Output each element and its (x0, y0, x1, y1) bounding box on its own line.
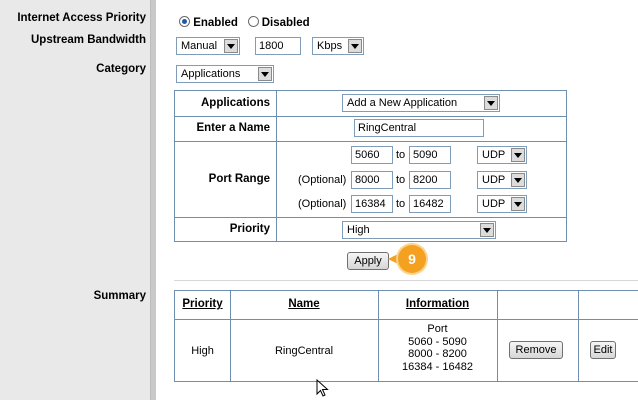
info-range-3: 16384 - 16482 (402, 360, 473, 373)
summary-table: Priority Name Information High RingCentr… (174, 290, 638, 382)
sidebar-divider (150, 0, 156, 400)
chevron-down-icon (348, 39, 362, 53)
protocol-value-3: UDP (482, 198, 506, 210)
category-value: Applications (181, 68, 241, 80)
bandwidth-unit-select[interactable]: Kbps (312, 37, 364, 55)
chevron-down-icon (258, 67, 272, 81)
name-input[interactable]: RingCentral (354, 119, 484, 137)
category-select[interactable]: Applications (176, 65, 274, 83)
applications-label: Applications (200, 97, 270, 109)
to-label: to (396, 174, 406, 186)
protocol-select-1[interactable]: UDP (477, 146, 527, 164)
bandwidth-input[interactable]: 1800 (255, 37, 301, 55)
access-priority-radio-group: Enabled Disabled (179, 16, 310, 29)
to-label: to (396, 149, 406, 161)
chevron-down-icon (511, 197, 525, 211)
priority-value: High (347, 224, 370, 236)
row-information: Port 5060 - 5090 8000 - 8200 16384 - 164… (378, 323, 497, 373)
optional-label: (Optional) (298, 174, 347, 186)
protocol-value-1: UDP (482, 149, 506, 161)
priority-select[interactable]: High (342, 221, 496, 239)
application-form: Applications Enter a Name Port Range Pri… (174, 90, 567, 242)
port-end-input-2[interactable]: 8200 (409, 171, 451, 189)
protocol-select-3[interactable]: UDP (477, 195, 527, 213)
chevron-down-icon (480, 223, 494, 237)
row-divider (175, 217, 566, 218)
to-label: to (396, 198, 406, 210)
bandwidth-unit-value: Kbps (317, 40, 343, 52)
label-category: Category (96, 63, 146, 75)
header-name: Name (288, 298, 320, 310)
remove-button[interactable]: Remove (509, 341, 563, 359)
disabled-label: Disabled (261, 17, 310, 29)
column-divider (497, 291, 498, 381)
row-name: RingCentral (274, 345, 334, 357)
port-start-input-2[interactable]: 8000 (351, 171, 393, 189)
port-start-input-1[interactable]: 5060 (351, 146, 393, 164)
bandwidth-mode-value: Manual (181, 40, 218, 52)
applications-select[interactable]: Add a New Application (342, 94, 500, 112)
protocol-value-2: UDP (482, 174, 506, 186)
enabled-radio[interactable] (179, 16, 190, 27)
port-start-input-3[interactable]: 16384 (351, 195, 393, 213)
chevron-down-icon (224, 39, 238, 53)
port-end-input-1[interactable]: 5090 (409, 146, 451, 164)
label-internet-access-priority: Internet Access Priority (17, 12, 146, 24)
info-range-2: 8000 - 8200 (408, 348, 467, 360)
chevron-down-icon (484, 96, 498, 110)
header-information: Information (405, 298, 470, 310)
mouse-cursor-icon (316, 379, 329, 397)
info-port-label: Port (427, 323, 448, 335)
info-range-1: 5060 - 5090 (408, 335, 467, 348)
step-badge: 9 (398, 245, 426, 273)
bandwidth-mode-select[interactable]: Manual (176, 37, 240, 55)
row-divider (175, 141, 566, 142)
row-priority: High (191, 345, 214, 357)
header-divider (175, 319, 638, 320)
section-divider (174, 280, 638, 281)
disabled-radio[interactable] (247, 16, 259, 27)
sidebar (0, 0, 150, 400)
applications-value: Add a New Application (347, 97, 458, 109)
chevron-down-icon (511, 148, 525, 162)
enabled-label: Enabled (193, 17, 238, 29)
chevron-down-icon (511, 173, 525, 187)
row-divider (175, 116, 566, 117)
label-summary: Summary (93, 290, 146, 302)
panel-divider (276, 91, 277, 241)
port-range-label: Port Range (208, 173, 270, 185)
label-upstream-bandwidth: Upstream Bandwidth (30, 34, 146, 46)
apply-button[interactable]: Apply (347, 252, 389, 270)
name-label: Enter a Name (196, 122, 270, 134)
protocol-select-2[interactable]: UDP (477, 171, 527, 189)
header-priority: Priority (182, 298, 223, 310)
edit-button[interactable]: Edit (590, 341, 616, 359)
port-end-input-3[interactable]: 16482 (409, 195, 451, 213)
column-divider (578, 291, 579, 381)
optional-label: (Optional) (298, 198, 347, 210)
priority-label: Priority (229, 223, 270, 235)
